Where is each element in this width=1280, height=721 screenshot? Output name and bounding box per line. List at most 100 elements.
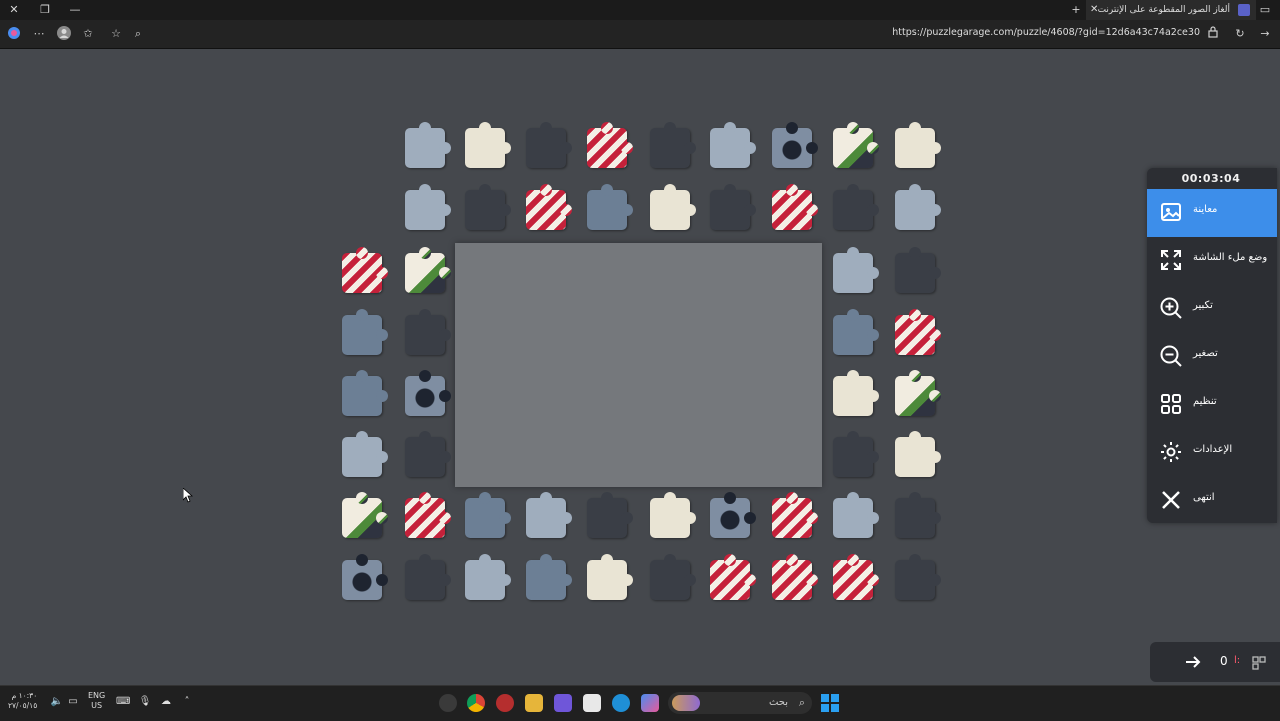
puzzle-piece[interactable]: [710, 122, 756, 168]
opera-app-icon[interactable]: [496, 694, 514, 712]
microphone-icon[interactable]: 🎙: [138, 695, 152, 709]
puzzle-piece[interactable]: [772, 184, 818, 230]
puzzle-piece[interactable]: [342, 554, 388, 600]
puzzle-piece[interactable]: [405, 247, 451, 293]
copilot-app-icon[interactable]: [641, 694, 659, 712]
pieces-icon: [1252, 655, 1266, 674]
puzzle-piece[interactable]: [342, 370, 388, 416]
refresh-icon[interactable]: ↻: [1232, 26, 1248, 42]
chrome-app-icon[interactable]: [467, 694, 485, 712]
zoom-out-icon: [1159, 344, 1183, 368]
clock[interactable]: ١٠:٣٠ م ٢٧/٠٥/١٥: [8, 691, 37, 711]
new-tab-icon[interactable]: +: [1068, 2, 1084, 18]
store-app-icon[interactable]: [583, 694, 601, 712]
fullscreen-button[interactable]: وضع ملء الشاشة: [1147, 237, 1277, 285]
windows-start-icon[interactable]: [821, 694, 839, 716]
puzzle-piece[interactable]: [587, 184, 633, 230]
finish-button[interactable]: انتهى: [1147, 477, 1277, 525]
puzzle-piece[interactable]: [405, 431, 451, 477]
puzzle-piece[interactable]: [465, 492, 511, 538]
puzzle-piece[interactable]: [895, 309, 941, 355]
minimize-window-icon[interactable]: —: [67, 2, 83, 18]
puzzle-piece[interactable]: [895, 370, 941, 416]
copilot-icon[interactable]: [6, 26, 22, 42]
puzzle-piece[interactable]: [833, 492, 879, 538]
puzzle-piece[interactable]: [405, 122, 451, 168]
puzzle-piece[interactable]: [526, 184, 572, 230]
close-window-icon[interactable]: ✕: [6, 2, 22, 18]
restore-window-icon[interactable]: ❐: [37, 2, 53, 18]
puzzle-piece[interactable]: [405, 309, 451, 355]
chevron-up-icon[interactable]: ˄: [180, 695, 194, 709]
puzzle-piece[interactable]: [895, 554, 941, 600]
puzzle-piece[interactable]: [650, 184, 696, 230]
puzzle-piece[interactable]: [650, 554, 696, 600]
puzzle-piece[interactable]: [895, 492, 941, 538]
add-favorite-icon[interactable]: ☆: [108, 26, 124, 42]
puzzle-piece[interactable]: [710, 492, 756, 538]
puzzle-piece[interactable]: [895, 431, 941, 477]
puzzle-piece[interactable]: [833, 247, 879, 293]
puzzle-piece[interactable]: [405, 492, 451, 538]
settings-app-icon[interactable]: [439, 694, 457, 712]
search-label: بحث: [768, 697, 788, 708]
puzzle-piece[interactable]: [833, 554, 879, 600]
puzzle-piece[interactable]: [526, 122, 572, 168]
puzzle-piece[interactable]: [405, 554, 451, 600]
puzzle-piece[interactable]: [342, 247, 388, 293]
puzzle-piece[interactable]: [587, 122, 633, 168]
puzzle-piece[interactable]: [772, 492, 818, 538]
puzzle-piece[interactable]: [587, 554, 633, 600]
puzzle-piece[interactable]: [833, 370, 879, 416]
puzzle-piece[interactable]: [833, 431, 879, 477]
zoom-out-button[interactable]: تصغير: [1147, 333, 1277, 381]
puzzle-piece[interactable]: [342, 492, 388, 538]
puzzle-piece[interactable]: [465, 184, 511, 230]
puzzle-piece[interactable]: [342, 309, 388, 355]
puzzle-piece[interactable]: [650, 122, 696, 168]
puzzle-side-panel: 00:03:04 معاينة وضع ملء الشاشة تكبير تصغ…: [1147, 168, 1277, 523]
puzzle-board[interactable]: [455, 243, 822, 487]
profile-avatar-icon[interactable]: [56, 26, 72, 42]
puzzle-piece[interactable]: [833, 122, 879, 168]
puzzle-piece[interactable]: [342, 431, 388, 477]
cloud-icon[interactable]: ☁: [159, 695, 173, 709]
file-explorer-icon[interactable]: [525, 694, 543, 712]
puzzle-piece[interactable]: [650, 492, 696, 538]
taskbar-search[interactable]: بحث ⌕: [668, 692, 812, 714]
puzzle-piece[interactable]: [833, 309, 879, 355]
puzzle-piece[interactable]: [465, 122, 511, 168]
more-options-icon[interactable]: ⋯: [31, 26, 47, 42]
url-field[interactable]: https://puzzlegarage.com/puzzle/4608/?gi…: [892, 27, 1200, 38]
puzzle-piece[interactable]: [405, 370, 451, 416]
puzzle-piece[interactable]: [772, 554, 818, 600]
puzzle-piece[interactable]: [710, 184, 756, 230]
edge-app-icon[interactable]: [612, 694, 630, 712]
discord-app-icon[interactable]: [554, 694, 572, 712]
settings-button[interactable]: الإعدادات: [1147, 429, 1277, 477]
puzzle-piece[interactable]: [895, 122, 941, 168]
network-icon[interactable]: ▭: [66, 695, 80, 709]
puzzle-piece[interactable]: [895, 184, 941, 230]
find-icon[interactable]: ⌕: [130, 26, 146, 42]
puzzle-piece[interactable]: [895, 247, 941, 293]
next-arrow-icon[interactable]: [1183, 652, 1203, 676]
puzzle-piece[interactable]: [526, 492, 572, 538]
tab-actions-icon[interactable]: ▭: [1257, 2, 1273, 18]
preview-button[interactable]: معاينة: [1147, 189, 1277, 237]
keyboard-icon[interactable]: ⌨: [116, 695, 130, 709]
browser-tab[interactable]: ✕ ألغاز الصور المقطوعة على الإنترنت: [1086, 0, 1256, 20]
forward-arrow-icon[interactable]: →: [1257, 26, 1273, 42]
puzzle-piece[interactable]: [587, 492, 633, 538]
puzzle-piece[interactable]: [405, 184, 451, 230]
language-indicator[interactable]: ENG US: [88, 691, 105, 711]
puzzle-piece[interactable]: [465, 554, 511, 600]
organize-button[interactable]: تنظيم: [1147, 381, 1277, 429]
puzzle-piece[interactable]: [833, 184, 879, 230]
volume-icon[interactable]: 🔈: [50, 695, 64, 709]
puzzle-piece[interactable]: [772, 122, 818, 168]
zoom-in-button[interactable]: تكبير: [1147, 285, 1277, 333]
favorites-icon[interactable]: ✩: [80, 26, 96, 42]
puzzle-piece[interactable]: [526, 554, 572, 600]
puzzle-piece[interactable]: [710, 554, 756, 600]
